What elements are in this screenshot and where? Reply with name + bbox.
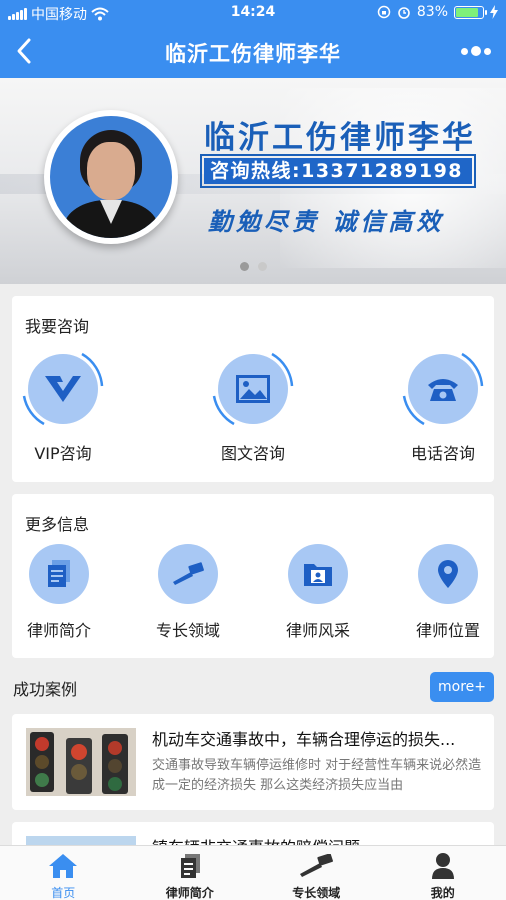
battery-icon (454, 5, 487, 19)
carousel-indicator[interactable] (0, 262, 506, 271)
tab-lawyer-profile[interactable]: 律师简介 (127, 846, 254, 900)
banner-slogan: 勤勉尽责 诚信高效 (208, 207, 445, 236)
case-item[interactable]: 机动车交通事故中，车辆合理停运的损失... 交通事故导致车辆停运维修时 对于经营… (12, 714, 494, 810)
carousel-dot-2[interactable] (257, 262, 267, 271)
cases-title: 成功案例 (13, 680, 78, 699)
carousel-dot-1[interactable] (239, 262, 249, 271)
tab-mine-label: 我的 (430, 886, 455, 900)
tab-mine[interactable]: 我的 (380, 846, 506, 900)
lawyer-portrait (44, 110, 178, 244)
tab-bar: 首页 律师简介 专长领域 我的 (0, 845, 506, 900)
document-icon (48, 560, 70, 587)
gavel-icon (300, 854, 334, 877)
case-thumbnail (26, 728, 136, 796)
vip-consult-button[interactable]: VIP咨询 (8, 350, 118, 464)
folder-person-icon (304, 564, 332, 586)
tab-home[interactable]: 首页 (0, 846, 127, 900)
phone-consult-button[interactable]: 电话咨询 (388, 350, 498, 464)
gavel-icon (173, 562, 204, 585)
cases-header: 成功案例 more+ (0, 672, 506, 704)
home-icon (49, 854, 78, 878)
back-arrow-icon[interactable] (10, 36, 40, 66)
lawyer-style-label: 律师风采 (285, 621, 350, 640)
lawyer-style-button[interactable]: 律师风采 (270, 544, 366, 641)
status-bar: 中国移动 14:24 83% (0, 0, 506, 26)
vip-icon (45, 376, 81, 402)
lawyer-location-button[interactable]: 律师位置 (400, 544, 496, 641)
more-info-card: 更多信息 律师简介 专长领域 律师风采 律师位置 (12, 494, 494, 658)
tab-expertise-label: 专长领域 (292, 886, 341, 900)
rotation-lock-icon (377, 5, 391, 19)
image-consult-label: 图文咨询 (220, 444, 285, 463)
phone-consult-label: 电话咨询 (410, 444, 475, 463)
lawyer-profile-label: 律师简介 (26, 621, 91, 640)
consult-card: 我要咨询 VIP咨询 图文咨询 电话咨询 (12, 296, 494, 482)
alarm-icon (398, 7, 410, 19)
vip-consult-label: VIP咨询 (34, 444, 92, 463)
more-info-title: 更多信息 (25, 515, 90, 534)
more-dots-icon[interactable] (458, 40, 494, 62)
tab-expertise[interactable]: 专长领域 (253, 846, 380, 900)
case-description: 交通事故导致车辆停运维修时 对于经营性车辆来说必然造成一定的经济损失 那么这类经… (152, 758, 482, 793)
more-cases-button[interactable]: more+ (430, 672, 494, 702)
case-title: 机动车交通事故中，车辆合理停运的损失... (152, 730, 456, 749)
lawyer-profile-button[interactable]: 律师简介 (11, 544, 107, 641)
page-title: 临沂工伤律师李华 (165, 42, 341, 66)
consult-title: 我要咨询 (25, 317, 90, 336)
expertise-label: 专长领域 (155, 621, 220, 640)
battery-percent: 83% (416, 4, 448, 20)
charging-icon (490, 5, 498, 19)
banner-hotline: 咨询热线:13371289198 (200, 154, 476, 188)
image-icon (236, 375, 270, 403)
lawyer-location-label: 律师位置 (415, 621, 480, 640)
user-icon (431, 853, 454, 879)
document-icon (180, 854, 200, 878)
tab-home-label: 首页 (51, 886, 76, 900)
telephone-icon (428, 379, 458, 401)
nav-bar: 临沂工伤律师李华 (0, 26, 506, 78)
image-consult-button[interactable]: 图文咨询 (198, 350, 308, 464)
banner-carousel[interactable]: 临沂工伤律师李华 咨询热线:13371289198 勤勉尽责 诚信高效 (0, 78, 506, 284)
top-bar: 中国移动 14:24 83% 临沂工伤律师李华 (0, 0, 506, 78)
tab-lawyer-profile-label: 律师简介 (165, 886, 214, 900)
banner-name: 临沂工伤律师李华 (204, 120, 476, 156)
expertise-button[interactable]: 专长领域 (140, 544, 236, 641)
location-pin-icon (438, 560, 458, 588)
